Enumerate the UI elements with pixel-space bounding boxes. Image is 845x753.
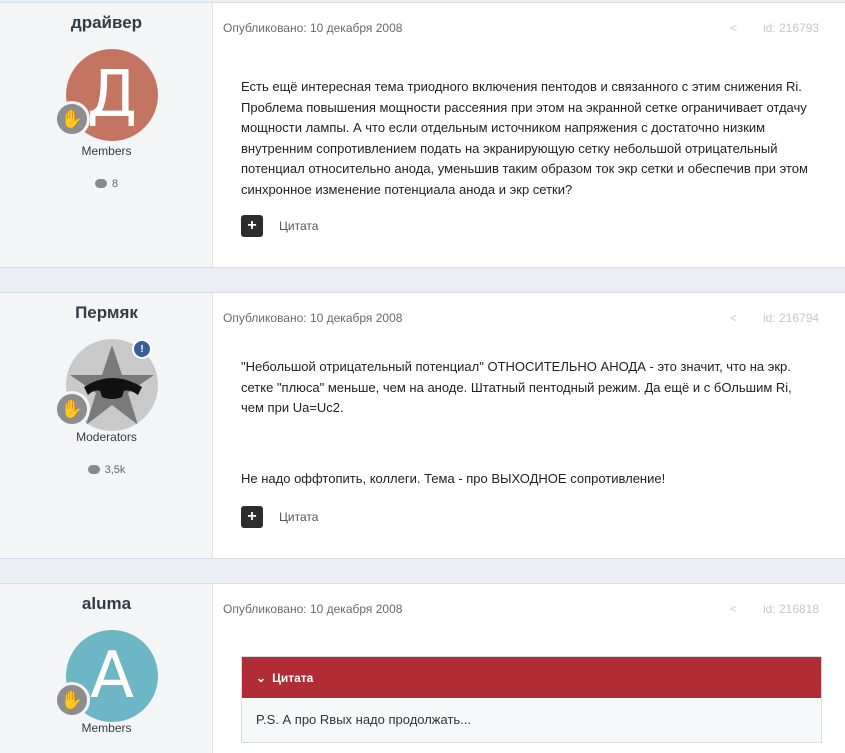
shield-icon: !	[132, 339, 152, 359]
post-id: id: 216818	[763, 602, 820, 616]
post-count-value: 8	[111, 178, 119, 190]
published-date[interactable]: Опубликовано: 10 декабря 2008	[223, 602, 402, 616]
hand-badge-icon: ✋	[54, 391, 90, 427]
share-icon[interactable]: <	[730, 602, 737, 616]
hand-badge-icon: ✋	[54, 101, 90, 137]
user-group: Moderators	[76, 430, 137, 444]
plus-icon[interactable]: +	[241, 506, 263, 528]
comment-bubble-icon	[94, 178, 107, 188]
post-1: драйвер Д ✋ Members 8 Опубликовано: 10 д…	[0, 2, 845, 268]
post-3: aluma A ✋ Members Опубликовано: 10 декаб…	[0, 583, 845, 753]
quote-button[interactable]: Цитата	[279, 510, 318, 524]
comment-bubble-icon	[87, 464, 100, 474]
chevron-down-icon: ⌄	[256, 670, 267, 685]
post-2: Пермяк ! ✋ Moderators 3,5k Опубликовано:…	[0, 292, 845, 559]
author-panel: aluma A ✋ Members	[0, 584, 213, 753]
author-panel: Пермяк ! ✋ Moderators 3,5k	[0, 293, 213, 558]
author-name[interactable]: драйвер	[0, 13, 213, 33]
post-count: 3,5k	[0, 464, 213, 476]
author-panel: драйвер Д ✋ Members 8	[0, 3, 213, 267]
post-id: id: 216793	[763, 21, 820, 35]
post-count: 8	[0, 178, 213, 190]
post-id: id: 216794	[763, 311, 820, 325]
published-date[interactable]: Опубликовано: 10 декабря 2008	[223, 311, 402, 325]
hand-badge-icon: ✋	[54, 682, 90, 718]
post-count-value: 3,5k	[104, 464, 126, 476]
author-name[interactable]: Пермяк	[0, 303, 213, 323]
post-actions: + Цитата	[241, 215, 318, 237]
quote-button[interactable]: Цитата	[279, 219, 318, 233]
quote-block: ⌄ Цитата P.S. А про Rвых надо продолжать…	[241, 656, 822, 743]
author-name[interactable]: aluma	[0, 594, 213, 614]
share-icon[interactable]: <	[730, 311, 737, 325]
plus-icon[interactable]: +	[241, 215, 263, 237]
user-group: Members	[81, 144, 132, 158]
published-date[interactable]: Опубликовано: 10 декабря 2008	[223, 21, 402, 35]
quote-text: P.S. А про Rвых надо продолжать...	[242, 698, 821, 742]
quote-header-label: Цитата	[272, 670, 314, 685]
post-content: Есть ещё интересная тема триодного включ…	[241, 79, 808, 197]
share-icon[interactable]: <	[730, 21, 737, 35]
post-actions: + Цитата	[241, 506, 318, 528]
quote-header[interactable]: ⌄ Цитата	[242, 657, 821, 698]
post-content-note: Не надо оффтопить, коллеги. Тема - про В…	[241, 471, 666, 486]
user-group: Members	[81, 721, 132, 735]
post-content: "Небольшой отрицательный потенциал" ОТНО…	[241, 359, 792, 415]
